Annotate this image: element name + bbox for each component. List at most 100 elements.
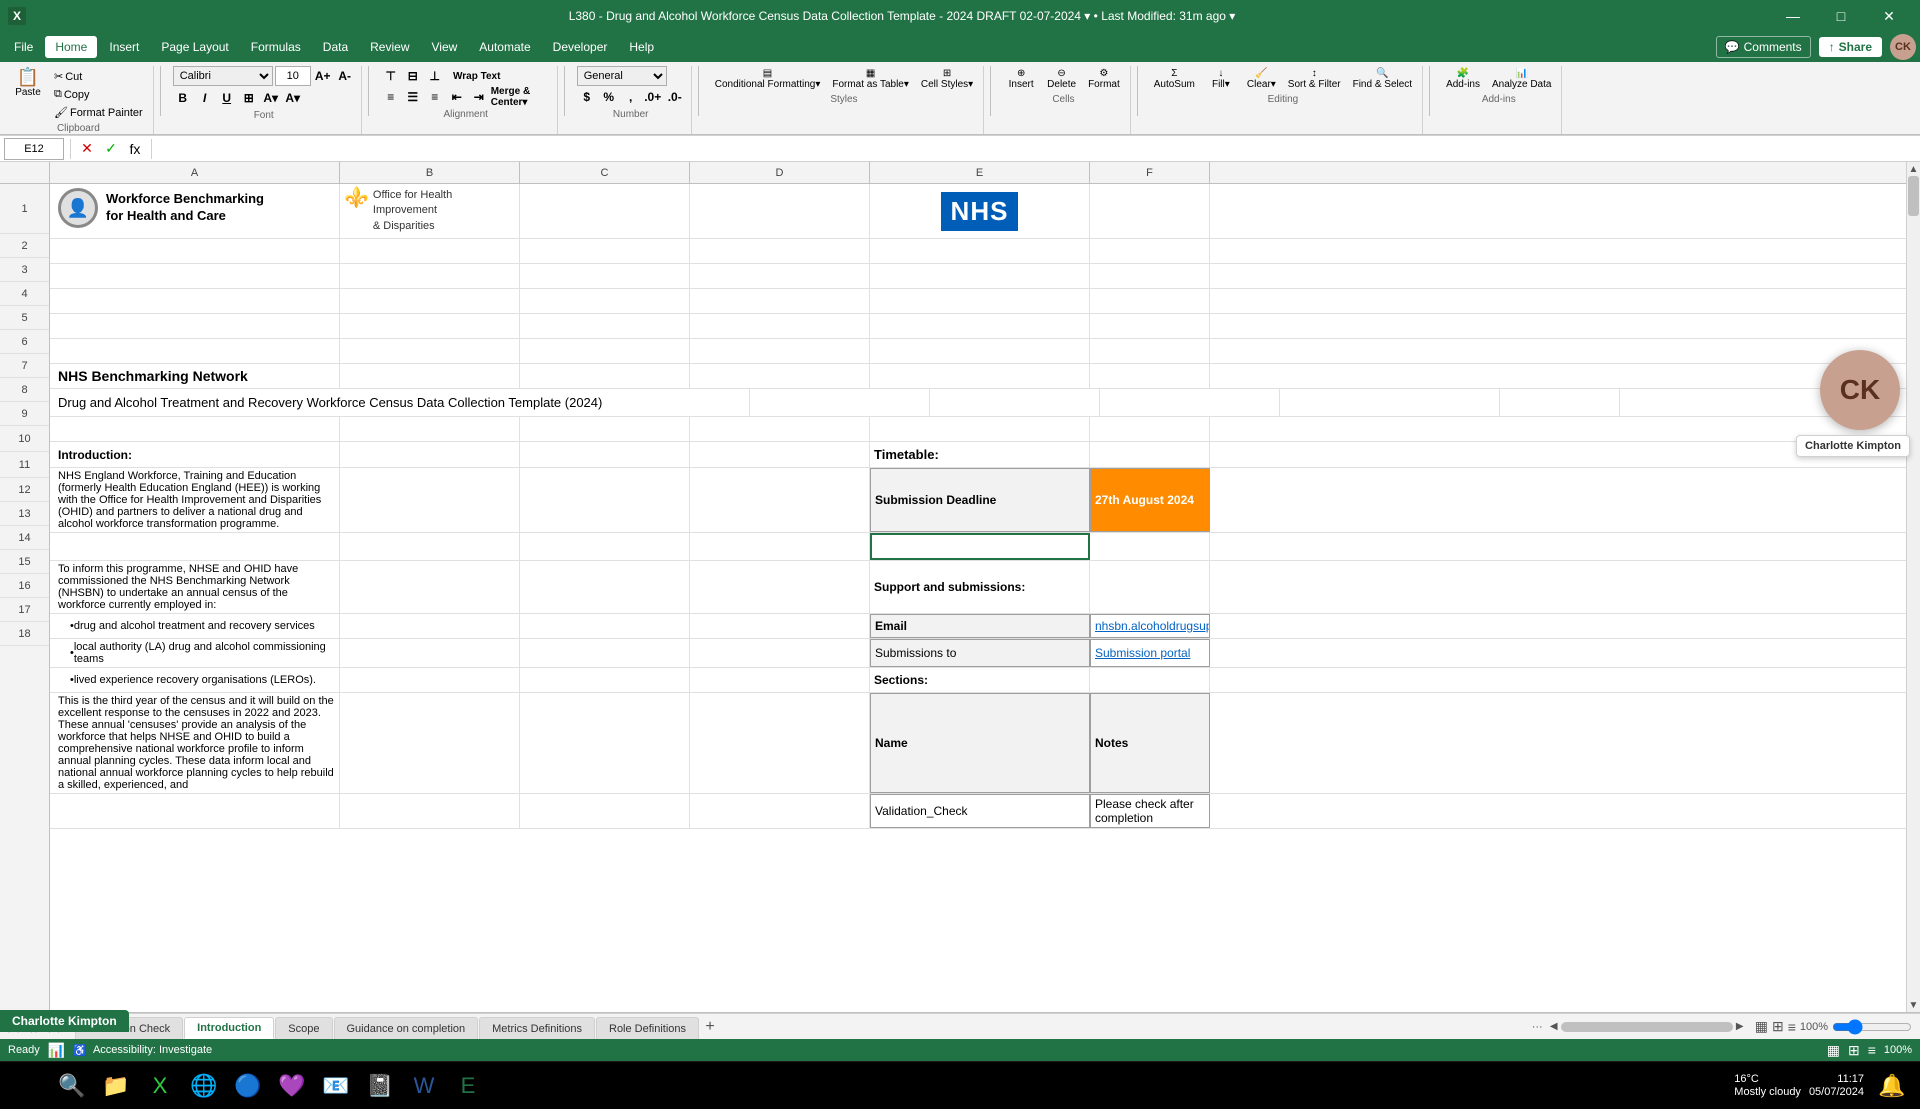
- cell-reference-input[interactable]: [4, 138, 64, 160]
- cell-b13[interactable]: [340, 561, 520, 613]
- cell-c16[interactable]: [520, 668, 690, 692]
- sort-filter-button[interactable]: ↕ Sort & Filter: [1284, 66, 1345, 92]
- scroll-right-button[interactable]: ▶: [1733, 1020, 1747, 1034]
- cell-b2[interactable]: [340, 239, 520, 263]
- cell-c6[interactable]: [520, 339, 690, 363]
- cell-b1[interactable]: ⚜️ Office for Health Improvement & Dispa…: [340, 184, 520, 238]
- cell-c7[interactable]: [520, 364, 690, 388]
- cell-b17[interactable]: [340, 693, 520, 793]
- cell-e4[interactable]: [870, 289, 1090, 313]
- cell-c17[interactable]: [520, 693, 690, 793]
- cell-a13[interactable]: To inform this programme, NHSE and OHID …: [50, 561, 340, 613]
- cell-b15[interactable]: [340, 639, 520, 667]
- row-num-9[interactable]: 9: [0, 402, 49, 426]
- cell-f5[interactable]: [1090, 314, 1210, 338]
- delete-button[interactable]: ⊖ Delete: [1043, 66, 1080, 92]
- cell-a10[interactable]: Introduction:: [50, 442, 340, 467]
- cell-e11[interactable]: Submission Deadline: [870, 468, 1090, 532]
- analyze-data-button[interactable]: 📊 Analyze Data: [1488, 66, 1555, 92]
- cell-e5[interactable]: [870, 314, 1090, 338]
- autosum-button[interactable]: Σ AutoSum: [1150, 66, 1199, 92]
- cell-f8[interactable]: [1500, 389, 1620, 416]
- cell-a14[interactable]: • drug and alcohol treatment and recover…: [50, 614, 340, 638]
- sheet-tab-introduction[interactable]: Introduction: [184, 1017, 274, 1039]
- number-format-select[interactable]: General: [577, 66, 667, 86]
- cell-c14[interactable]: [520, 614, 690, 638]
- cell-f18[interactable]: Please check after completion: [1090, 794, 1210, 828]
- font-name-select[interactable]: Calibri: [173, 66, 273, 86]
- cell-a6[interactable]: [50, 339, 340, 363]
- cell-d9[interactable]: [690, 417, 870, 441]
- cell-d13[interactable]: [690, 561, 870, 613]
- cancel-formula-button[interactable]: ✕: [77, 139, 97, 159]
- cell-f7[interactable]: [1090, 364, 1210, 388]
- cell-e15[interactable]: Submissions to: [870, 639, 1090, 667]
- cell-f3[interactable]: [1090, 264, 1210, 288]
- row-num-12[interactable]: 12: [0, 478, 49, 502]
- page-break-button[interactable]: ≡: [1788, 1019, 1796, 1035]
- menu-item-file[interactable]: File: [4, 36, 43, 58]
- cell-e12[interactable]: [870, 533, 1090, 560]
- row-num-14[interactable]: 14: [0, 526, 49, 550]
- col-header-e[interactable]: E: [870, 162, 1090, 183]
- cell-c1[interactable]: [520, 184, 690, 238]
- menu-item-page layout[interactable]: Page Layout: [151, 36, 238, 58]
- cell-c15[interactable]: [520, 639, 690, 667]
- scroll-track[interactable]: [1907, 176, 1920, 998]
- maximize-button[interactable]: □: [1818, 0, 1864, 32]
- word-icon[interactable]: W: [404, 1066, 444, 1106]
- chrome-icon[interactable]: 🔵: [228, 1066, 268, 1106]
- cell-c18[interactable]: [520, 794, 690, 828]
- cell-b12[interactable]: [340, 533, 520, 560]
- cell-styles-button[interactable]: ⊞ Cell Styles▾: [917, 66, 977, 92]
- cell-c3[interactable]: [520, 264, 690, 288]
- user-avatar[interactable]: CK: [1820, 350, 1900, 430]
- cell-f4[interactable]: [1090, 289, 1210, 313]
- menu-item-home[interactable]: Home: [45, 36, 97, 58]
- page-break-status[interactable]: ≡: [1868, 1042, 1876, 1058]
- user-avatar-menu[interactable]: CK: [1890, 34, 1916, 60]
- cell-f17[interactable]: Notes: [1090, 693, 1210, 793]
- cell-f2[interactable]: [1090, 239, 1210, 263]
- cell-d7[interactable]: [690, 364, 870, 388]
- cell-f11[interactable]: 27th August 2024: [1090, 468, 1210, 532]
- normal-view-status[interactable]: ▦: [1827, 1042, 1840, 1059]
- cell-f12[interactable]: [1090, 533, 1210, 560]
- cell-b18[interactable]: [340, 794, 520, 828]
- cell-b6[interactable]: [340, 339, 520, 363]
- row-num-11[interactable]: 11: [0, 452, 49, 478]
- align-bottom-button[interactable]: ⊥: [425, 66, 445, 86]
- row-num-17[interactable]: 17: [0, 598, 49, 622]
- row-num-3[interactable]: 3: [0, 258, 49, 282]
- font-size-input[interactable]: [275, 66, 311, 86]
- cell-c5[interactable]: [520, 314, 690, 338]
- fill-color-button[interactable]: A▾: [261, 88, 281, 108]
- cell-c12[interactable]: [520, 533, 690, 560]
- row-num-7[interactable]: 7: [0, 354, 49, 378]
- confirm-formula-button[interactable]: ✓: [101, 139, 121, 159]
- cell-f10[interactable]: [1090, 442, 1210, 467]
- scroll-left-button[interactable]: ◀: [1547, 1020, 1561, 1034]
- cell-a17[interactable]: This is the third year of the census and…: [50, 693, 340, 793]
- h-scrollbar[interactable]: ◀ ▶: [1547, 1020, 1747, 1034]
- cell-c4[interactable]: [520, 289, 690, 313]
- sheet-tab-guidance-on-completion[interactable]: Guidance on completion: [334, 1017, 479, 1039]
- minimize-button[interactable]: —: [1770, 0, 1816, 32]
- format-as-table-button[interactable]: ▦ Format as Table▾: [828, 66, 913, 92]
- col-header-b[interactable]: B: [340, 162, 520, 183]
- align-left-button[interactable]: ≡: [381, 87, 401, 107]
- close-button[interactable]: ✕: [1866, 0, 1912, 32]
- fill-button[interactable]: ↓ Fill▾: [1203, 66, 1239, 92]
- font-color-button[interactable]: A▾: [283, 88, 303, 108]
- cell-a3[interactable]: [50, 264, 340, 288]
- cell-f1[interactable]: [1090, 184, 1210, 238]
- format-button[interactable]: ⚙ Format: [1084, 66, 1124, 92]
- col-header-d[interactable]: D: [690, 162, 870, 183]
- cell-b9[interactable]: [340, 417, 520, 441]
- clear-button[interactable]: 🧹 Clear▾: [1243, 66, 1280, 92]
- row-num-5[interactable]: 5: [0, 306, 49, 330]
- row-num-18[interactable]: 18: [0, 622, 49, 646]
- row-num-8[interactable]: 8: [0, 378, 49, 402]
- edge-icon[interactable]: 🌐: [184, 1066, 224, 1106]
- onenote-icon[interactable]: 📓: [360, 1066, 400, 1106]
